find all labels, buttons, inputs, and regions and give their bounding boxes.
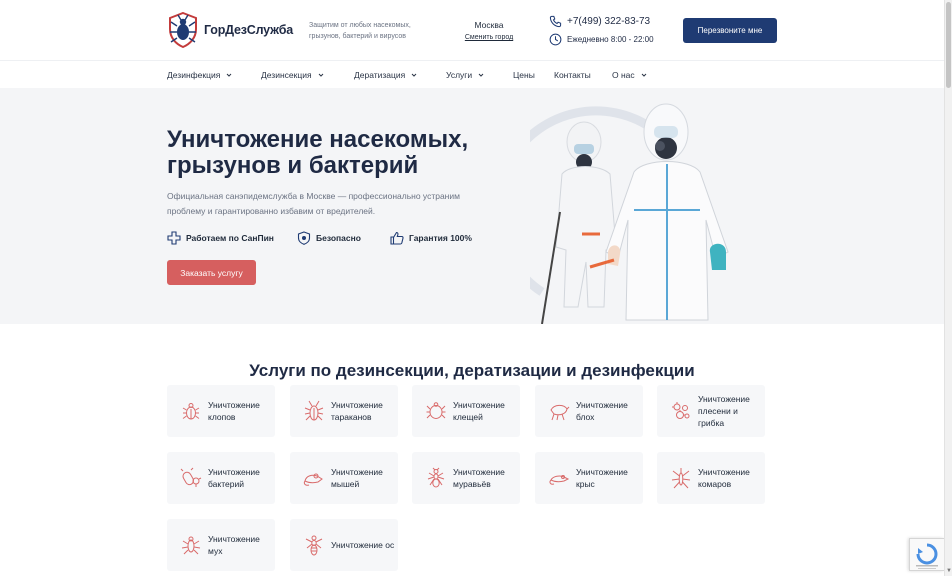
city-name: Москва [474, 20, 504, 30]
service-card-label: Уничтожение мышей [331, 467, 383, 489]
ant-icon [427, 467, 445, 488]
service-card-label: Уничтожение комаров [698, 467, 750, 489]
service-card-label: Уничтожение бактерий [208, 467, 260, 489]
service-card-label: Уничтожение тараканов [331, 400, 383, 422]
chevron-down-icon [411, 73, 417, 77]
service-card-mosquitoes[interactable]: Уничтожение комаров [657, 452, 765, 504]
service-card-bacteria[interactable]: Уничтожение бактерий [167, 452, 275, 504]
nav-item-disinfection[interactable]: Дезинфекция [167, 70, 232, 80]
nav-item-label: Цены [513, 70, 535, 80]
nav-item-label: Дезинфекция [167, 70, 221, 80]
services-title-rest: по дезинсекции, дератизации и дезинфекци… [305, 361, 695, 380]
rat-icon [549, 475, 570, 485]
service-card-label: Уничтожение муравьёв [453, 467, 505, 489]
feature-label: Гарантия 100% [409, 233, 472, 243]
scroll-down-arrow-icon[interactable]: ▼ [946, 568, 952, 574]
flea-icon [550, 404, 570, 421]
bug-shield-logo-icon [169, 12, 197, 48]
nav-item-label: Контакты [554, 70, 591, 80]
chevron-down-icon [318, 73, 323, 77]
hero-title-line2: грызунов и бактерий [167, 152, 419, 179]
site-header: ГорДезСлужба Защитим от любых насекомых,… [0, 0, 944, 60]
service-card-label: Уничтожение клещей [453, 400, 505, 422]
scrollbar[interactable]: ▼ [944, 0, 952, 576]
mouse-icon [303, 473, 323, 486]
chevron-down-icon [641, 73, 647, 77]
working-hours: Ежедневно 8:00 - 22:00 [549, 33, 654, 46]
nav-item-label: Дезинсекция [261, 70, 312, 80]
service-card-label: Уничтожение мух [208, 534, 260, 556]
phone-contact[interactable]: +7(499) 322-83-73 [549, 15, 650, 28]
feature-label: Безопасно [316, 233, 361, 243]
cockroach-icon [304, 400, 324, 421]
nav-item-label: О нас [612, 70, 635, 80]
main-nav: Дезинфекция Дезинсекция Дератизация Услу… [0, 60, 944, 88]
wasp-icon [305, 535, 323, 556]
nav-item-label: Услуги [446, 70, 473, 80]
header-tagline: Защитим от любых насекомых, грызунов, ба… [309, 22, 411, 40]
chevron-down-icon [226, 73, 232, 77]
callback-button[interactable]: Перезвоните мне [683, 18, 777, 43]
working-hours-text: Ежедневно 8:00 - 22:00 [567, 35, 654, 44]
service-card-rats[interactable]: Уничтожение крыс [535, 452, 643, 504]
bedbug-icon [182, 403, 200, 420]
hero-title: Уничтожение насекомых, грызунов и бактер… [167, 127, 468, 179]
hero-features: Работаем по СанПин Безопасно Гарантия 10… [167, 231, 487, 245]
plus-cross-icon [167, 231, 181, 245]
service-card-fleas[interactable]: Уничтожение блох [535, 385, 643, 437]
service-card-label: Уничтожение ос [331, 540, 395, 550]
page: ГорДезСлужба Защитим от любых насекомых,… [0, 0, 944, 576]
service-card-mice[interactable]: Уничтожение мышей [290, 452, 398, 504]
logo-text: ГорДезСлужба [204, 23, 294, 37]
fly-icon [181, 536, 201, 555]
phone-number[interactable]: +7(499) 322-83-73 [567, 16, 650, 27]
thumbs-up-icon [390, 231, 404, 245]
service-card-cockroaches[interactable]: Уничтожение тараканов [290, 385, 398, 437]
services-title: Услуги по дезинсекции, дератизации и дез… [0, 361, 944, 381]
feature-sanpin: Работаем по СанПин [167, 231, 274, 245]
nav-item-contacts[interactable]: Контакты [554, 70, 591, 80]
tick-icon [426, 402, 446, 419]
phone-icon [549, 15, 562, 28]
change-city-link[interactable]: Сменить город [463, 34, 515, 41]
service-card-ticks[interactable]: Уничтожение клещей [412, 385, 520, 437]
services-title-strong: Услуги [249, 361, 306, 380]
hero-description: Официальная санэпидемслужба в Москве — п… [167, 191, 460, 216]
nav-item-deratization[interactable]: Дератизация [354, 70, 417, 80]
service-card-label: Уничтожение плесени и грибка [698, 394, 750, 428]
service-card-bedbugs[interactable]: Уничтожение клопов [167, 385, 275, 437]
nav-item-prices[interactable]: Цены [513, 70, 535, 80]
hero-title-line1: Уничтожение насекомых, [167, 126, 469, 153]
city-selector: Москва Сменить город [463, 20, 515, 41]
service-card-label: Уничтожение блох [576, 400, 628, 422]
chevron-down-icon [478, 73, 484, 77]
recaptcha-badge[interactable] [909, 538, 944, 571]
nav-item-services[interactable]: Услуги [446, 70, 484, 80]
feature-safe: Безопасно [297, 231, 361, 245]
shield-icon [297, 231, 311, 245]
exterminators-image [530, 103, 729, 324]
scrollbar-thumb[interactable] [946, 2, 951, 88]
feature-label: Работаем по СанПин [186, 233, 274, 243]
service-card-label: Уничтожение клопов [208, 400, 260, 422]
service-card-mold[interactable]: Уничтожение плесени и грибка [657, 385, 765, 437]
nav-item-label: Дератизация [354, 70, 406, 80]
bacteria-icon [180, 467, 202, 487]
nav-item-about[interactable]: О нас [612, 70, 647, 80]
clock-icon [549, 33, 562, 46]
logo[interactable]: ГорДезСлужба [167, 12, 293, 48]
service-card-flies[interactable]: Уничтожение мух [167, 519, 275, 571]
mold-icon [672, 402, 690, 419]
service-card-wasps[interactable]: Уничтожение ос [290, 519, 398, 571]
feature-guarantee: Гарантия 100% [390, 231, 472, 245]
nav-item-disinsection[interactable]: Дезинсекция [261, 70, 324, 80]
hero-section: Уничтожение насекомых, грызунов и бактер… [0, 88, 944, 324]
mosquito-icon [671, 468, 691, 489]
recaptcha-icon [916, 543, 938, 569]
service-card-label: Уничтожение крыс [576, 467, 628, 489]
order-service-button[interactable]: Заказать услугу [167, 260, 256, 285]
service-card-ants[interactable]: Уничтожение муравьёв [412, 452, 520, 504]
